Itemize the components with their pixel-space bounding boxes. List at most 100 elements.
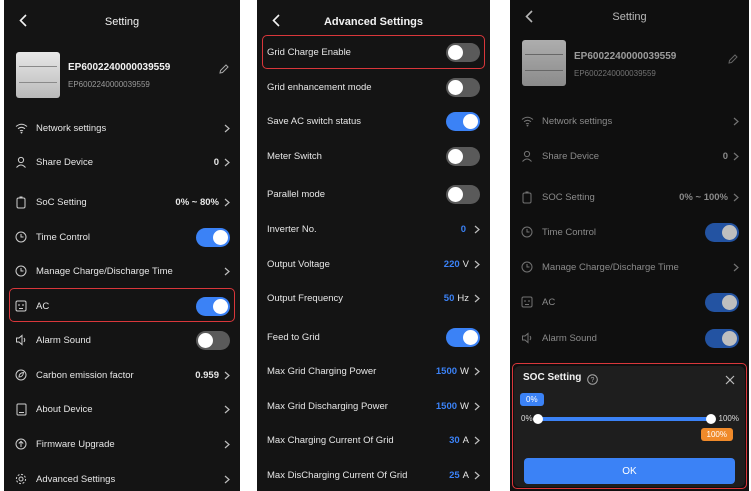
back-arrow-icon[interactable]: [269, 12, 283, 28]
chevron-right-icon: [224, 124, 230, 132]
chevron-right-icon: [474, 367, 480, 375]
setting-row-max-discharging-current-of-grid[interactable]: Max DisCharging Current Of Grid 25 A: [257, 463, 490, 487]
setting-row-about-device[interactable]: About Device: [4, 397, 240, 421]
ac-outlet-icon: [14, 299, 28, 313]
setting-row-grid-charge-enable[interactable]: Grid Charge Enable: [257, 40, 490, 64]
max-slider-handle[interactable]: [706, 414, 716, 424]
toggle-switch[interactable]: [196, 227, 230, 247]
setting-row-output-voltage[interactable]: Output Voltage 220 V: [257, 252, 490, 276]
setting-label: Alarm Sound: [36, 334, 91, 346]
setting-unit: W: [460, 365, 469, 377]
setting-row-max-grid-charging-power[interactable]: Max Grid Charging Power 1500 W: [257, 359, 490, 383]
setting-row-max-grid-discharging-power[interactable]: Max Grid Discharging Power 1500 W: [257, 394, 490, 418]
setting-label: Time Control: [542, 226, 597, 238]
setting-value: 1500 W: [435, 400, 469, 412]
gear-icon: [14, 472, 28, 486]
toggle-switch[interactable]: [446, 42, 480, 62]
chevron-right-icon: [474, 294, 480, 302]
setting-row-firmware-upgrade[interactable]: Firmware Upgrade: [4, 432, 240, 456]
soc-dialog: SOC Setting ? 0% 0% 100% 100% OK: [514, 366, 745, 487]
toggle-knob: [463, 329, 478, 345]
toggle-switch[interactable]: [446, 184, 480, 204]
setting-row-ac[interactable]: AC: [4, 294, 240, 318]
soc-range-slider[interactable]: [533, 414, 716, 424]
chevron-right-icon: [224, 440, 230, 448]
setting-unit: V: [462, 258, 469, 270]
setting-label: Meter Switch: [267, 150, 322, 162]
chevron-right-icon: [474, 402, 480, 410]
setting-unit: W: [460, 400, 469, 412]
max-label: 100%: [718, 414, 739, 423]
setting-row-parallel-mode[interactable]: Parallel mode: [257, 182, 490, 206]
toggle-switch[interactable]: [446, 77, 480, 97]
setting-label: AC: [542, 296, 556, 308]
setting-row-share-device[interactable]: Share Device 0: [4, 150, 240, 174]
toggle-switch[interactable]: [446, 327, 480, 347]
ac-outlet-icon: [520, 295, 534, 309]
setting-value: 0: [722, 150, 728, 162]
edit-pencil-icon[interactable]: [727, 52, 739, 64]
setting-value: 0.959: [195, 369, 219, 381]
toggle-switch[interactable]: [705, 222, 739, 242]
toggle-switch[interactable]: [446, 146, 480, 166]
min-slider-handle[interactable]: [533, 414, 543, 424]
setting-label: Carbon emission factor: [36, 369, 134, 381]
setting-row-meter-switch[interactable]: Meter Switch: [257, 144, 490, 168]
device-card[interactable]: EP6002240000039559 EP6002240000039559: [510, 34, 749, 104]
ok-button[interactable]: OK: [524, 458, 735, 484]
device-image: [16, 52, 60, 98]
setting-value: 30 A: [449, 434, 469, 446]
setting-row-advanced-settings[interactable]: Advanced Settings: [4, 467, 240, 491]
toggle-knob: [198, 332, 213, 348]
user-icon: [520, 149, 534, 163]
setting-row-max-charging-current-of-grid[interactable]: Max Charging Current Of Grid 30 A: [257, 428, 490, 452]
setting-value: 0% ~ 80%: [175, 196, 219, 208]
setting-row-time-control[interactable]: Time Control: [510, 220, 749, 244]
setting-row-output-frequency[interactable]: Output Frequency 50 Hz: [257, 286, 490, 310]
setting-row-manage-charge-discharge-time[interactable]: Manage Charge/Discharge Time: [510, 255, 749, 279]
toggle-switch[interactable]: [446, 111, 480, 131]
device-card[interactable]: EP6002240000039559 EP6002240000039559: [4, 44, 240, 116]
setting-row-manage-charge-discharge-time[interactable]: Manage Charge/Discharge Time: [4, 259, 240, 283]
setting-label: Max DisCharging Current Of Grid: [267, 469, 408, 481]
setting-row-ac[interactable]: AC: [510, 290, 749, 314]
dialog-title: SOC Setting: [523, 372, 582, 383]
setting-row-soc-setting[interactable]: SoC Setting 0% ~ 80%: [4, 190, 240, 214]
chevron-right-icon: [224, 475, 230, 483]
toggle-switch[interactable]: [196, 296, 230, 316]
setting-row-network-settings[interactable]: Network settings: [510, 109, 749, 133]
chevron-right-icon: [474, 225, 480, 233]
setting-unit: A: [462, 469, 469, 481]
setting-label: Time Control: [36, 231, 91, 243]
document-icon: [14, 402, 28, 416]
toggle-switch[interactable]: [196, 330, 230, 350]
setting-label: Inverter No.: [267, 223, 317, 235]
setting-row-grid-enhancement-mode[interactable]: Grid enhancement mode: [257, 75, 490, 99]
max-value-bubble: 100%: [700, 428, 733, 441]
edit-pencil-icon[interactable]: [218, 62, 230, 74]
setting-row-inverter-no[interactable]: Inverter No. 0: [257, 217, 490, 241]
back-arrow-icon[interactable]: [16, 12, 30, 28]
device-name: EP6002240000039559: [68, 62, 171, 73]
back-arrow-icon[interactable]: [522, 8, 536, 24]
help-icon[interactable]: ?: [587, 372, 598, 385]
setting-row-time-control[interactable]: Time Control: [4, 225, 240, 249]
toggle-switch[interactable]: [705, 328, 739, 348]
setting-row-alarm-sound[interactable]: Alarm Sound: [510, 326, 749, 350]
setting-row-network-settings[interactable]: Network settings: [4, 116, 240, 140]
setting-label: Max Grid Charging Power: [267, 365, 377, 377]
setting-row-save-ac-switch-status[interactable]: Save AC switch status: [257, 109, 490, 133]
setting-row-soc-setting[interactable]: SOC Setting 0% ~ 100%: [510, 185, 749, 209]
setting-label: Grid enhancement mode: [267, 81, 372, 93]
toggle-switch[interactable]: [705, 292, 739, 312]
header: Advanced Settings: [257, 0, 490, 44]
close-icon[interactable]: [725, 372, 735, 385]
setting-row-carbon-emission-factor[interactable]: Carbon emission factor 0.959: [4, 363, 240, 387]
setting-row-feed-to-grid[interactable]: Feed to Grid: [257, 325, 490, 349]
setting-value: 220 V: [443, 258, 469, 270]
chevron-right-icon: [224, 198, 230, 206]
toggle-knob: [213, 229, 228, 245]
leaf-icon: [14, 368, 28, 382]
setting-row-share-device[interactable]: Share Device 0: [510, 144, 749, 168]
setting-row-alarm-sound[interactable]: Alarm Sound: [4, 328, 240, 352]
